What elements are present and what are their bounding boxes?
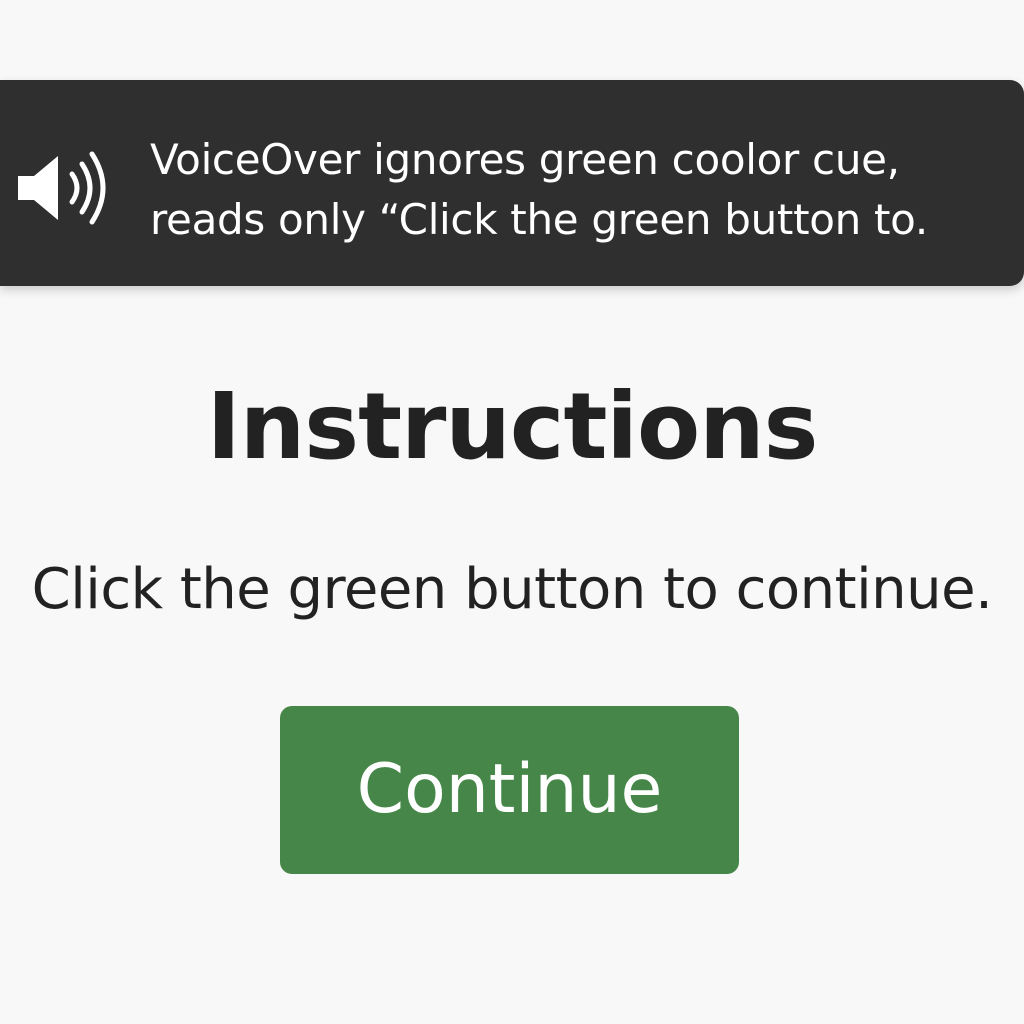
voiceover-caption-text: VoiceOver ignores green coolor cue, read… (150, 130, 1010, 250)
voiceover-caption-banner: VoiceOver ignores green coolor cue, read… (0, 80, 1024, 286)
page: VoiceOver ignores green coolor cue, read… (0, 0, 1024, 1024)
page-title: Instructions (206, 373, 819, 480)
voiceover-caption-line-2: reads only “Click the green button to. (150, 195, 928, 244)
instruction-text: Click the green button to continue. (31, 557, 993, 622)
speaker-volume-icon (18, 151, 106, 225)
voiceover-caption-line-1: VoiceOver ignores green coolor cue, (150, 135, 900, 184)
continue-button[interactable]: Continue (280, 706, 739, 874)
